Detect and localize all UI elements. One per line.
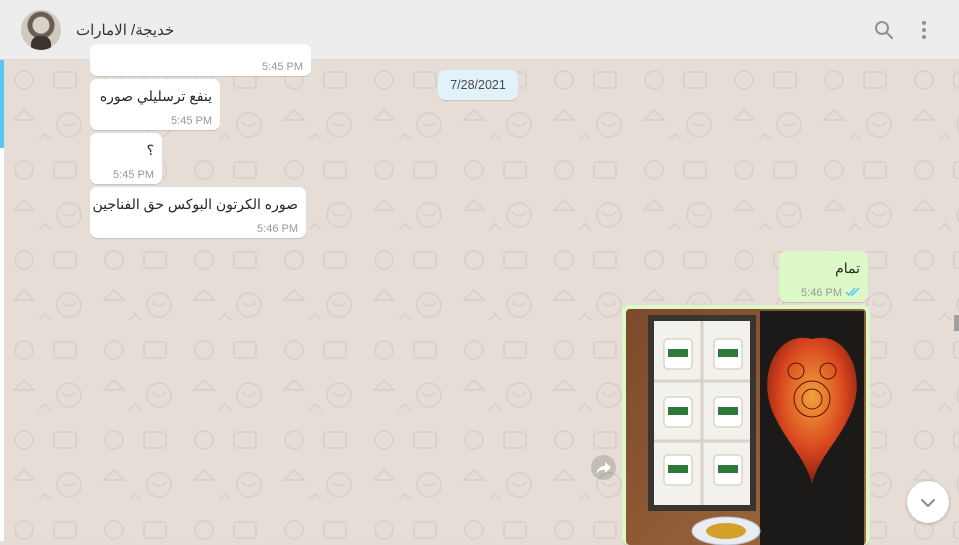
message-in[interactable]: ينفع ترسليلي صوره 5:45 PM [90, 79, 220, 130]
message-in[interactable]: صوره الكرتون البوكس حق الفناجين 5:46 PM [90, 187, 306, 238]
message-in[interactable]: ؟ 5:45 PM [90, 133, 162, 184]
message-text: ينفع ترسليلي صوره [99, 88, 212, 104]
image-message[interactable] [622, 305, 870, 545]
search-icon[interactable] [872, 18, 896, 42]
contact-name[interactable]: خديجة/ الامارات [76, 21, 174, 39]
message-time: 5:46 PM [257, 223, 298, 235]
chevron-down-icon [920, 498, 936, 508]
message-time: 5:45 PM [171, 115, 212, 127]
message-time: 5:45 PM [262, 61, 303, 73]
message-out[interactable]: تمام 5:46 PM [779, 251, 868, 302]
message-text: تمام [835, 260, 860, 276]
image-cups-box[interactable] [626, 309, 866, 545]
double-check-icon [845, 287, 860, 297]
message-in[interactable]: 5:45 PM [90, 44, 311, 76]
date-chip: 7/28/2021 [438, 70, 518, 100]
menu-dots-icon[interactable] [912, 18, 936, 42]
message-time: 5:45 PM [113, 169, 154, 181]
message-time: 5:46 PM [801, 287, 842, 299]
message-text: ؟ [146, 142, 154, 158]
scrollbar-thumb[interactable] [954, 315, 959, 331]
forward-button[interactable] [591, 455, 616, 480]
forward-icon [596, 462, 611, 474]
message-text: صوره الكرتون البوكس حق الفناجين [92, 196, 298, 212]
scroll-down-button[interactable] [907, 481, 949, 523]
avatar[interactable] [21, 10, 61, 50]
